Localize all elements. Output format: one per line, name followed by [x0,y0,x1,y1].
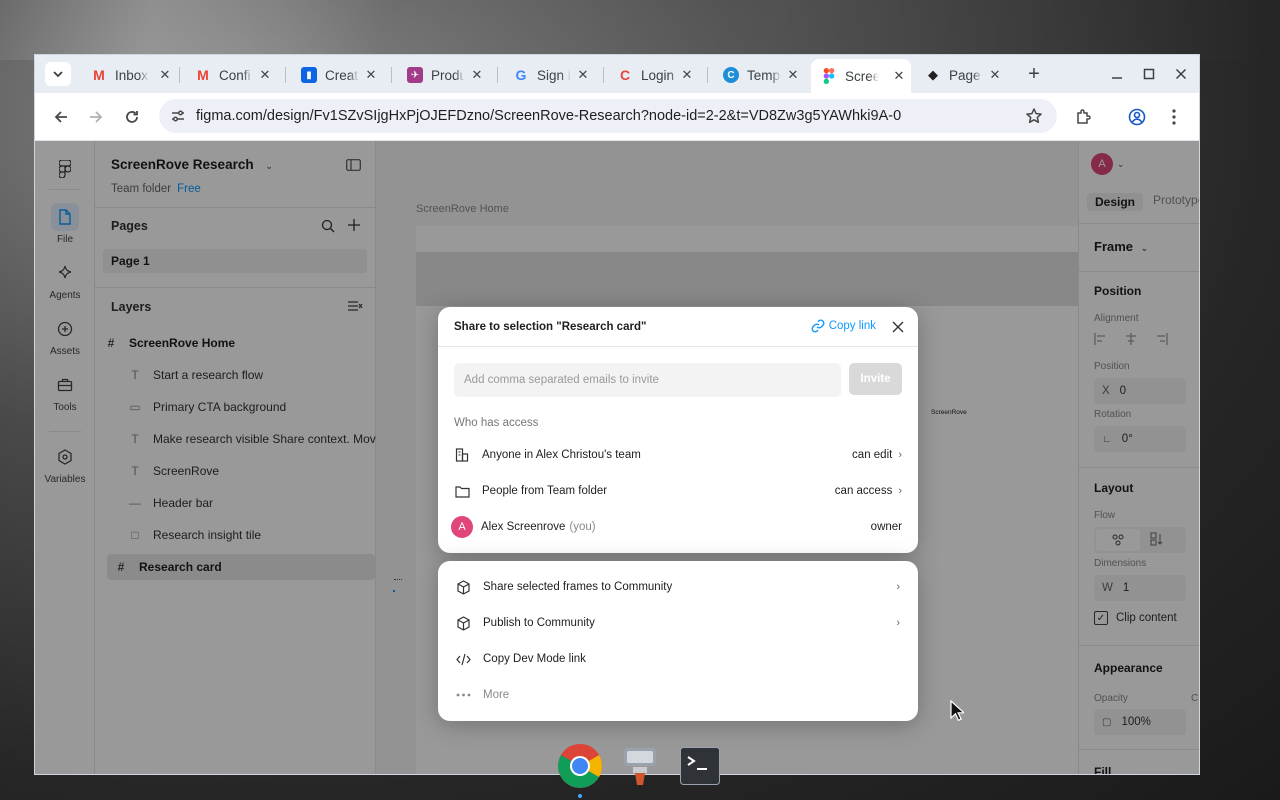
access-row-team[interactable]: Anyone in Alex Christou's team can edit › [454,443,902,467]
close-window-button[interactable] [1170,63,1192,85]
tab-strip: M Inbox ✕ M Confi ✕ ▮ Creat ✕ ✈ Produ ✕ … [35,55,1199,93]
arrow-right-icon [90,111,103,123]
figma-icon [821,68,837,84]
refresh-logo-icon: C [619,67,631,83]
puzzle-icon [1077,109,1091,124]
more-icon [454,686,472,704]
mouse-cursor-icon [950,699,966,725]
plus-icon: + [1028,62,1040,85]
browser-tab[interactable]: C Login ✕ [607,61,699,89]
share-dialog: Share to selection "Research card" Copy … [438,307,918,553]
share-dialog-title: Share to selection "Research card" [454,321,647,333]
share-frames-community-item[interactable]: Share selected frames to Community › [454,575,902,599]
minimize-button[interactable] [1106,63,1128,85]
chevron-right-icon: › [896,581,900,593]
copy-dev-mode-link-item[interactable]: Copy Dev Mode link [454,647,902,671]
tab-close-icon[interactable]: ✕ [987,67,1003,83]
back-button[interactable] [49,105,73,129]
browser-window: M Inbox ✕ M Confi ✕ ▮ Creat ✕ ✈ Produ ✕ … [34,54,1200,775]
browser-tab-active[interactable]: Scree ✕ [811,59,911,93]
tab-close-icon[interactable]: ✕ [363,67,379,83]
url-text: figma.com/design/Fv1SZvSIjgHxPjOJEFDzno/… [196,108,902,124]
tab-close-icon[interactable]: ✕ [575,67,591,83]
tab-close-icon[interactable]: ✕ [891,68,907,84]
community-icon [454,614,472,632]
tab-close-icon[interactable]: ✕ [257,67,273,83]
invite-button[interactable]: Invite [849,363,902,395]
chevron-right-icon: › [898,449,902,461]
close-dialog-button[interactable] [890,319,906,335]
publish-community-item[interactable]: Publish to Community › [454,611,902,635]
browser-menu-button[interactable] [1162,105,1186,129]
chrome-taskbar-icon[interactable] [556,742,604,790]
browser-tab[interactable]: M Inbox ✕ [81,61,177,89]
google-icon: G [515,67,527,83]
forward-button[interactable] [84,105,108,129]
browser-tab[interactable]: ✈ Produ ✕ [397,61,489,89]
close-icon [892,321,904,333]
address-bar[interactable]: figma.com/design/Fv1SZvSIjgHxPjOJEFDzno/… [159,99,1057,133]
browser-tab[interactable]: ▮ Creat ✕ [291,61,383,89]
tab-close-icon[interactable]: ✕ [785,67,801,83]
chevron-right-icon: › [896,617,900,629]
tab-close-icon[interactable]: ✕ [157,67,173,83]
avatar: A [451,516,473,538]
maximize-icon [1143,68,1155,80]
tab-search-button[interactable] [45,62,71,86]
more-item[interactable]: More [454,683,902,707]
share-options-panel: Share selected frames to Community › Pub… [438,561,918,721]
browser-tab[interactable]: ◆ Page ✕ [915,61,1007,89]
trello-icon: ▮ [301,67,317,83]
access-row-owner: A Alex Screenrove (you) owner [451,515,902,539]
role-dropdown[interactable]: can edit › [852,449,902,461]
close-icon [1175,68,1187,80]
reload-button[interactable] [120,105,144,129]
notion-cube-icon: ◆ [928,67,938,82]
chevron-right-icon: › [898,485,902,497]
role-dropdown[interactable]: can access › [835,485,902,497]
maximize-button[interactable] [1138,63,1160,85]
access-row-folder[interactable]: People from Team folder can access › [454,479,902,503]
bookmark-star-icon[interactable] [1025,107,1043,128]
new-tab-button[interactable]: + [1023,63,1045,85]
figma-app: File Agents Assets Tools Variables Scree… [35,141,1199,774]
kebab-menu-icon [1172,109,1176,125]
profile-button[interactable] [1125,105,1149,129]
reload-icon [126,111,138,123]
arrow-left-icon [54,111,67,123]
gmail-icon: M [197,67,209,83]
tab-close-icon[interactable]: ✕ [679,67,695,83]
copy-link-button[interactable]: Copy link [811,319,876,333]
terminal-taskbar-icon[interactable] [676,742,724,790]
canva-icon: C [723,67,739,83]
browser-tab[interactable]: M Confi ✕ [185,61,277,89]
code-icon [454,650,472,668]
community-icon [454,578,472,596]
browser-tab[interactable]: G Sign in ✕ [503,61,595,89]
desktop-wallpaper [0,0,1280,60]
site-info-icon[interactable] [169,107,187,125]
team-building-icon [454,447,470,463]
who-has-access-heading: Who has access [454,417,539,429]
gmail-icon: M [93,67,105,83]
browser-toolbar: figma.com/design/Fv1SZvSIjgHxPjOJEFDzno/… [35,93,1199,141]
profile-icon [1128,108,1146,126]
minimize-icon [1112,77,1122,79]
extensions-button[interactable] [1072,105,1096,129]
app-taskbar-icon[interactable] [616,742,664,790]
link-icon [811,319,825,333]
folder-icon [454,483,470,499]
chevron-down-icon [53,71,63,78]
tab-close-icon[interactable]: ✕ [469,67,485,83]
rocket-icon: ✈ [407,67,423,83]
invite-email-input[interactable] [454,363,841,397]
browser-tab[interactable]: C Temp ✕ [713,61,805,89]
